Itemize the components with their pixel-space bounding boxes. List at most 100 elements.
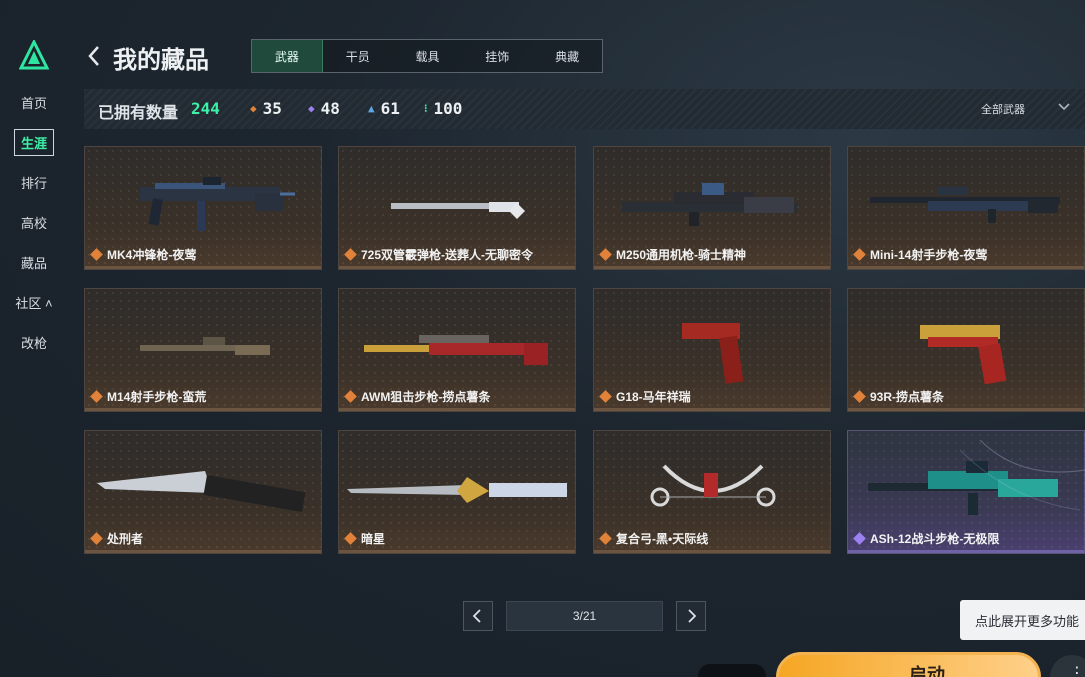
marksman-rifle-weapon-image — [140, 337, 270, 355]
smg-weapon-image — [140, 177, 295, 231]
weapon-filter-dropdown[interactable]: 全部武器 — [981, 101, 1025, 117]
knife-weapon-image — [97, 471, 306, 513]
chevron-down-icon[interactable] — [1057, 97, 1071, 117]
back-arrow-icon[interactable] — [86, 44, 102, 68]
weapon-name-label: MK4冲锋枪-夜莺 — [107, 248, 197, 262]
sidebar-item-home[interactable]: 首页 — [0, 93, 68, 112]
more-menu-button[interactable]: ⋮ — [1050, 655, 1085, 677]
weapon-name-label: M250通用机枪-骑士精神 — [616, 248, 747, 262]
sidebar-item-collection[interactable]: 藏品 — [0, 253, 68, 272]
orange-rarity-icon — [344, 390, 357, 403]
orange-rarity-icon — [344, 532, 357, 545]
weapon-card[interactable]: M250通用机枪-骑士精神 — [593, 146, 831, 270]
sidebar-item-label: 社区 ˄ — [15, 296, 53, 311]
weapon-card[interactable]: G18-马年祥瑞 — [593, 288, 831, 412]
purple-rarity-icon — [853, 532, 866, 545]
tab-weapons[interactable]: 武器 — [252, 40, 323, 72]
weapon-card[interactable]: 93R-捞点薯条 — [847, 288, 1085, 412]
weapon-card[interactable]: 暗星 — [338, 430, 576, 554]
green-gem-icon: ⁝ — [424, 102, 428, 115]
stat-green: ⁝ 100 — [424, 99, 462, 118]
tab-collection[interactable]: 典藏 — [532, 40, 602, 72]
weapon-name-label: ASh-12战斗步枪-无极限 — [870, 532, 1000, 546]
owned-label: 已拥有数量 — [98, 105, 179, 122]
compound-bow-weapon-image — [650, 464, 776, 507]
weapon-card[interactable]: M14射手步枪-蛮荒 — [84, 288, 322, 412]
purple-gem-icon: ◆ — [308, 102, 315, 115]
weapon-name: 93R-捞点薯条 — [853, 388, 944, 405]
sniper-rifle-weapon-image — [364, 335, 548, 365]
assault-rifle-weapon-image — [868, 461, 1058, 515]
tab-vehicles[interactable]: 载具 — [393, 40, 463, 72]
weapon-name-label: AWM狙击步枪-捞点薯条 — [361, 390, 491, 404]
weapon-card[interactable]: ASh-12战斗步枪-无极限 — [847, 430, 1085, 554]
app-window: 首页 生涯 排行 高校 藏品 社区 ˄ 改枪 我的藏品 武器 干员 载具 挂饰 … — [0, 0, 1085, 677]
pistol-weapon-image — [920, 325, 1007, 385]
weapon-name: 725双管霰弹枪-送葬人-无聊密令 — [344, 246, 533, 263]
weapon-name: M14射手步枪-蛮荒 — [90, 388, 207, 405]
weapon-name: AWM狙击步枪-捞点薯条 — [344, 388, 491, 405]
start-button-label: 启动 — [909, 665, 945, 677]
blue-gem-icon: ▲ — [368, 102, 375, 115]
orange-rarity-icon — [90, 532, 103, 545]
tab-operators[interactable]: 干员 — [323, 40, 393, 72]
prev-page-button[interactable] — [463, 601, 493, 631]
more-dots-icon: ⋮ — [1069, 665, 1085, 677]
orange-rarity-icon — [90, 390, 103, 403]
weapon-name-label: 处刑者 — [107, 532, 144, 546]
chevron-left-icon — [472, 609, 481, 623]
sidebar-item-label: 藏品 — [20, 256, 47, 271]
weapon-name-label: M14射手步枪-蛮荒 — [107, 390, 207, 404]
orange-rarity-icon — [344, 248, 357, 261]
sidebar-item-label: 排行 — [20, 176, 47, 191]
orange-rarity-icon — [90, 248, 103, 261]
stat-green-value: 100 — [433, 99, 463, 118]
orange-rarity-icon — [599, 248, 612, 261]
next-page-button[interactable] — [676, 601, 706, 631]
weapon-name-label: 暗星 — [361, 532, 386, 546]
sidebar-item-community[interactable]: 社区 ˄ — [0, 293, 68, 312]
sidebar-item-career[interactable]: 生涯 — [0, 129, 68, 156]
orange-rarity-icon — [853, 390, 866, 403]
sidebar-item-label: 生涯 — [13, 129, 54, 156]
weapon-name-label: G18-马年祥瑞 — [616, 390, 691, 404]
category-tabs: 武器 干员 载具 挂饰 典藏 — [251, 39, 603, 73]
weapon-name-label: 复合弓-黑•天际线 — [616, 532, 709, 546]
weapon-name: G18-马年祥瑞 — [599, 388, 691, 405]
sidebar-item-label: 首页 — [20, 96, 47, 111]
weapon-name: MK4冲锋枪-夜莺 — [90, 246, 197, 263]
pistol-weapon-image — [682, 323, 744, 384]
orange-rarity-icon — [599, 390, 612, 403]
weapon-card[interactable]: 复合弓-黑•天际线 — [593, 430, 831, 554]
machine-gun-weapon-image — [622, 183, 797, 226]
orange-gem-icon: ◆ — [250, 102, 257, 115]
weapon-card[interactable]: 处刑者 — [84, 430, 322, 554]
page-indicator[interactable]: 3/21 — [506, 601, 663, 631]
weapon-card[interactable]: Mini-14射手步枪-夜莺 — [847, 146, 1085, 270]
weapon-name: 暗星 — [344, 530, 386, 547]
weapon-name: Mini-14射手步枪-夜莺 — [853, 246, 987, 263]
rifle-weapon-image — [870, 187, 1060, 223]
shotgun-weapon-image — [391, 202, 525, 219]
app-logo-icon[interactable] — [19, 40, 49, 70]
weapon-card[interactable]: 725双管霰弹枪-送葬人-无聊密令 — [338, 146, 576, 270]
status-pill[interactable] — [698, 664, 766, 677]
weapon-name: ASh-12战斗步枪-无极限 — [853, 530, 1000, 547]
sidebar: 首页 生涯 排行 高校 藏品 社区 ˄ 改枪 — [0, 0, 70, 677]
stats-bar: 已拥有数量 244 ◆ 35 ◆ 48 ▲ 61 ⁝ 100 全部武器 — [84, 89, 1085, 129]
orange-rarity-icon — [853, 248, 866, 261]
stat-blue: ▲ 61 — [368, 99, 400, 118]
sidebar-item-college[interactable]: 高校 — [0, 213, 68, 232]
stat-blue-value: 61 — [380, 99, 400, 118]
chevron-right-icon — [688, 609, 697, 623]
weapon-card[interactable]: MK4冲锋枪-夜莺 — [84, 146, 322, 270]
orange-rarity-icon — [599, 532, 612, 545]
sidebar-item-gunsmith[interactable]: 改枪 — [0, 333, 68, 352]
weapon-card[interactable]: AWM狙击步枪-捞点薯条 — [338, 288, 576, 412]
sidebar-item-label: 改枪 — [20, 336, 47, 351]
weapon-name: M250通用机枪-骑士精神 — [599, 246, 747, 263]
start-button[interactable]: 启动 — [776, 652, 1041, 677]
weapon-name: 复合弓-黑•天际线 — [599, 530, 709, 547]
sidebar-item-ranking[interactable]: 排行 — [0, 173, 68, 192]
tab-charms[interactable]: 挂饰 — [462, 40, 532, 72]
